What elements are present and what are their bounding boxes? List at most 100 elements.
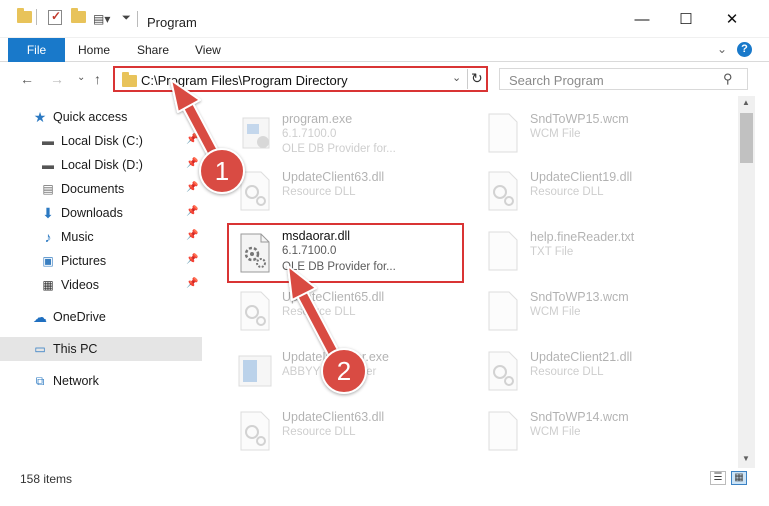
back-arrow-icon[interactable]: ← — [20, 71, 34, 87]
sidebar-item-label: Pictures — [61, 254, 107, 268]
file-item[interactable]: UpdateClient65.dll Resource DLL — [227, 283, 467, 339]
refresh-icon[interactable]: ↻ — [471, 70, 483, 87]
sidebar-item-label: Music — [61, 230, 94, 244]
new-folder-icon[interactable] — [71, 8, 86, 23]
details-view-icon[interactable]: ☰ — [710, 471, 726, 485]
status-bar: 158 items ☰ ▦ — [0, 468, 769, 488]
file-type: WCM File — [530, 128, 581, 140]
pin-icon[interactable]: 📌 — [186, 158, 198, 169]
file-name: UpdateClient63.dll — [282, 170, 385, 184]
scroll-down-icon[interactable]: ▼ — [742, 454, 750, 463]
sidebar-item-documents[interactable]: ▤ Documents 📌 — [0, 177, 202, 201]
maximize-button[interactable]: ☐ — [676, 10, 696, 30]
installer-file-icon — [238, 355, 272, 387]
file-item[interactable]: program.exe 6.1.7100.0 OLE DB Provider f… — [227, 105, 467, 161]
sidebar-item-videos[interactable]: ▦ Videos 📌 — [0, 273, 202, 297]
step-1-badge: 1 — [199, 148, 245, 194]
sidebar-item-label: This PC — [53, 342, 98, 356]
scrollbar-thumb[interactable] — [740, 113, 753, 163]
chevron-down-icon[interactable]: ⌄ — [452, 71, 461, 84]
folder-icon — [122, 72, 137, 87]
highlight-box — [227, 223, 464, 283]
file-version: 6.1.7100.0 — [282, 128, 337, 140]
address-separator — [467, 69, 468, 89]
dll-file-icon — [488, 171, 518, 211]
sidebar-item-label: Documents — [61, 182, 125, 196]
file-item[interactable]: SndToWP13.wcm WCM File — [475, 283, 715, 339]
sidebar-item-onedrive[interactable]: ☁ OneDrive — [0, 305, 202, 329]
item-count: 158 items — [20, 472, 73, 486]
pin-icon[interactable]: 📌 — [186, 254, 198, 265]
address-path[interactable]: C:\Program Files\Program Directory — [141, 73, 348, 88]
file-description: Resource DLL — [282, 426, 356, 438]
file-name: UpdateClient19.dll — [530, 170, 633, 184]
pin-icon[interactable]: 📌 — [186, 230, 198, 241]
cloud-icon: ☁ — [33, 309, 47, 325]
music-icon: ♪ — [44, 229, 52, 245]
vertical-scrollbar[interactable]: ▲ ▼ — [738, 96, 755, 468]
sidebar-item-network[interactable]: ⧉ Network — [0, 369, 202, 393]
title-bar: ▤▾ ⏷ Program — ☐ ✕ — [0, 0, 769, 38]
file-item[interactable]: help.fineReader.txt TXT File — [475, 223, 715, 279]
file-description: Resource DLL — [282, 186, 356, 198]
sidebar-item-label: Network — [53, 374, 99, 388]
file-name: help.fineReader.txt — [530, 230, 635, 244]
file-name: UpdateClient63.dll — [282, 410, 385, 424]
help-button[interactable]: ? — [737, 42, 752, 57]
address-bar[interactable]: C:\Program Files\Program Directory ⌄ ↻ — [113, 66, 488, 92]
file-item[interactable]: UpdateClient21.dll Resource DLL — [475, 343, 715, 399]
customize-quick-access-icon[interactable]: ▤▾ — [93, 12, 110, 26]
blank-file-icon — [488, 411, 518, 451]
tab-home[interactable]: Home — [78, 38, 110, 62]
ribbon: File Home Share View ⌄ ? — [0, 38, 769, 62]
file-name: UpdateClient21.dll — [530, 350, 633, 364]
sidebar-item-downloads[interactable]: ⬇ Downloads 📌 — [0, 201, 202, 225]
sidebar-item-quick-access[interactable]: ★ Quick access — [0, 105, 202, 129]
file-name: UpdateClient65.dll — [282, 290, 385, 304]
sidebar-item-label: Downloads — [61, 206, 123, 220]
pin-icon[interactable]: 📌 — [186, 134, 198, 145]
file-item[interactable]: UpdateClient63.dll Resource DLL — [227, 163, 467, 219]
file-item[interactable]: UpdateClient63.dll Resource DLL — [227, 403, 467, 459]
scroll-up-icon[interactable]: ▲ — [742, 98, 750, 107]
forward-arrow-icon[interactable]: → — [50, 71, 64, 87]
tab-share[interactable]: Share — [137, 38, 169, 62]
sidebar-item-label: Videos — [61, 278, 99, 292]
file-list: program.exe 6.1.7100.0 OLE DB Provider f… — [210, 96, 738, 464]
file-item[interactable]: SndToWP14.wcm WCM File — [475, 403, 715, 459]
minimize-button[interactable]: — — [632, 10, 652, 30]
sidebar-item-local-disk-d[interactable]: ▬ Local Disk (D:) 📌 — [0, 153, 202, 177]
download-icon: ⬇ — [42, 205, 54, 221]
file-name: program.exe — [282, 112, 353, 126]
drive-icon: ▬ — [42, 158, 54, 172]
close-button[interactable]: ✕ — [722, 10, 742, 30]
sidebar-item-label: Local Disk (D:) — [61, 158, 143, 172]
pin-icon[interactable]: 📌 — [186, 206, 198, 217]
blank-file-icon — [488, 291, 518, 331]
dll-file-icon — [240, 411, 270, 451]
folder-icon[interactable] — [17, 8, 32, 23]
file-description: OLE DB Provider for... — [282, 143, 396, 155]
large-icons-view-icon[interactable]: ▦ — [731, 471, 747, 485]
quick-access-dropdown-icon[interactable]: ⏷ — [122, 12, 131, 25]
properties-icon[interactable] — [48, 9, 62, 25]
recent-locations-icon[interactable]: ⌄ — [77, 72, 85, 83]
sidebar-item-pictures[interactable]: ▣ Pictures 📌 — [0, 249, 202, 273]
chevron-down-icon[interactable]: ⌄ — [717, 42, 727, 56]
pin-icon[interactable]: 📌 — [186, 182, 198, 193]
search-icon[interactable]: ⚲ — [723, 71, 733, 87]
pin-icon[interactable]: 📌 — [186, 278, 198, 289]
tab-file[interactable]: File — [8, 38, 65, 62]
videos-icon: ▦ — [42, 278, 54, 292]
up-arrow-icon[interactable]: ↑ — [94, 71, 101, 87]
blank-file-icon — [488, 113, 518, 153]
tab-view[interactable]: View — [195, 38, 221, 62]
sidebar-item-music[interactable]: ♪ Music 📌 — [0, 225, 202, 249]
sidebar-item-this-pc[interactable]: ▭ This PC — [0, 337, 202, 361]
search-input[interactable]: Search Program ⚲ — [499, 68, 748, 90]
file-type: Resource DLL — [530, 186, 604, 198]
sidebar-item-local-disk-c[interactable]: ▬ Local Disk (C:) 📌 — [0, 129, 202, 153]
file-item[interactable]: UpdateClient19.dll Resource DLL — [475, 163, 715, 219]
file-item[interactable]: SndToWP15.wcm WCM File — [475, 105, 715, 161]
sidebar-item-label: Local Disk (C:) — [61, 134, 143, 148]
